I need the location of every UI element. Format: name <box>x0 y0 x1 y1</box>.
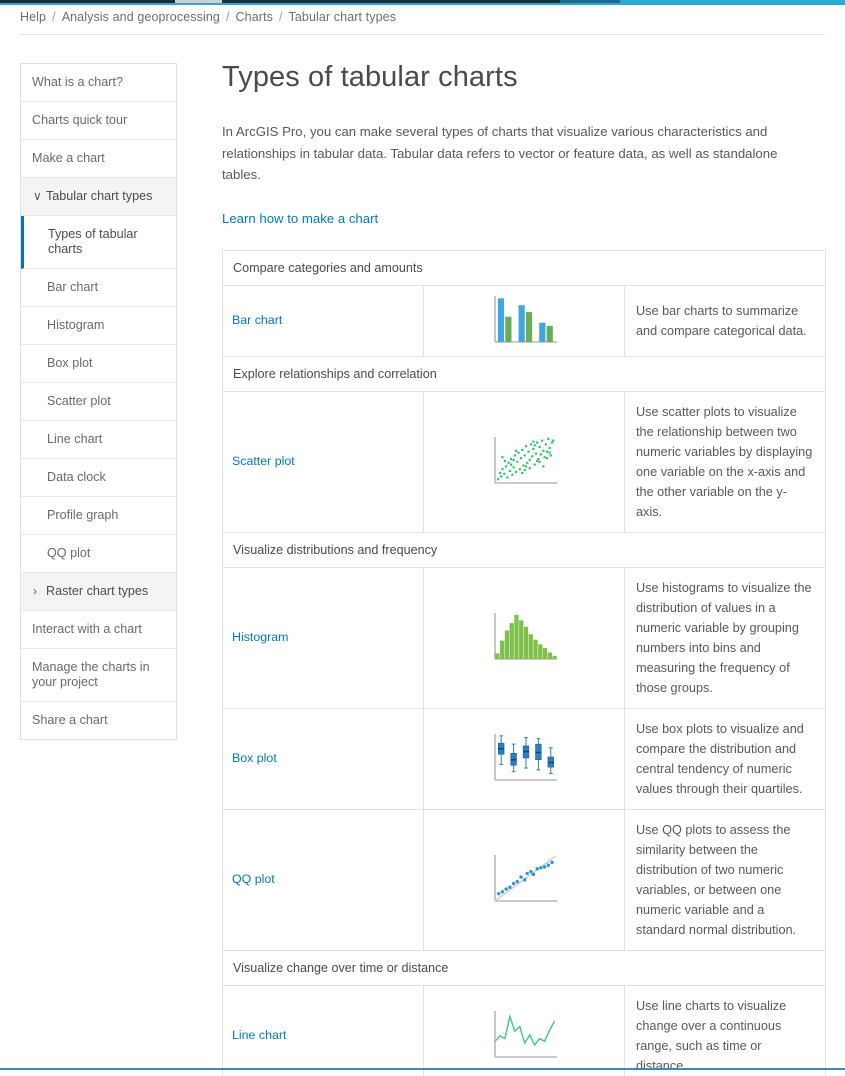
table-section-header-row: Visualize distributions and frequency <box>222 531 826 568</box>
chart-thumbnail-cell <box>423 391 625 533</box>
sidebar-item-label: Box plot <box>47 356 93 370</box>
sidebar-item-label: Manage the charts in your project <box>32 660 150 689</box>
chart-description: Use box plots to visualize and compare t… <box>624 708 826 810</box>
breadcrumb-separator: / <box>278 10 283 24</box>
sidebar-item-label: QQ plot <box>47 546 91 560</box>
chart-type-link[interactable]: Scatter plot <box>222 391 424 533</box>
chart-description: Use histograms to visualize the distribu… <box>624 567 826 709</box>
sidebar-nav: What is a chart? Charts quick tour Make a … <box>20 63 177 740</box>
sidebar-item-label: Interact with a chart <box>32 622 142 636</box>
table-row: Bar chart Use bar charts to summarize and… <box>222 285 826 357</box>
sidebar-item-make-a-chart[interactable]: Make a chart <box>21 140 176 178</box>
sidebar-item-label: What is a chart? <box>32 75 123 89</box>
sidebar-item-line-chart[interactable]: Line chart <box>21 421 176 459</box>
table-row: Line chart Use line charts to visualize c… <box>222 985 826 1076</box>
chart-description: Use QQ plots to assess the similarity be… <box>624 809 826 951</box>
learn-how-to-make-a-chart-link[interactable]: Learn how to make a chart <box>222 211 378 226</box>
sidebar-item-what-is-a-chart[interactable]: What is a chart? <box>21 64 176 102</box>
table-row: Box plot Use box plots to visualize and c… <box>222 708 826 810</box>
help-page: Help / Analysis and geoprocessing / Charts / T… <box>0 0 845 1076</box>
breadcrumb-separator: / <box>52 10 56 24</box>
sidebar-item-label: Raster chart types <box>46 584 149 598</box>
sidebar-item-label: Share a chart <box>32 713 108 727</box>
section-header-label: Explore relationships and correlation <box>222 355 826 392</box>
footer-divider <box>0 1068 845 1070</box>
chart-type-link[interactable]: QQ plot <box>222 809 424 951</box>
table-section-header-row: Explore relationships and correlation <box>222 355 826 392</box>
sidebar-item-raster-chart-types[interactable]: › Raster chart types <box>21 573 176 611</box>
sidebar-item-qq-plot[interactable]: QQ plot <box>21 535 176 573</box>
sidebar-item-histogram[interactable]: Histogram <box>21 307 176 345</box>
breadcrumb-item-4: Tabular chart types <box>288 10 397 24</box>
breadcrumb-item-2[interactable]: Analysis and geoprocessing <box>62 10 220 24</box>
section-header-label: Visualize change over time or distance <box>222 949 826 986</box>
sidebar-item-label: Data clock <box>47 470 106 484</box>
table-row: Histogram Use histograms to visualize the… <box>222 567 826 709</box>
sidebar-item-scatter-plot[interactable]: Scatter plot <box>21 383 176 421</box>
breadcrumb-item-1[interactable]: Help <box>20 10 46 24</box>
section-header-label: Compare categories and amounts <box>222 250 826 286</box>
chart-description: Use scatter plots to visualize the relat… <box>624 391 826 533</box>
table-section-header-row: Compare categories and amounts <box>222 250 826 286</box>
box-plot-thumbnail <box>494 733 557 781</box>
sidebar-item-label: Make a chart <box>32 151 105 165</box>
sidebar-item-manage-the-charts-in-your-project[interactable]: Manage the charts in your project <box>21 649 176 702</box>
breadcrumb: Help / Analysis and geoprocessing / Charts / T… <box>20 10 820 24</box>
chart-type-link[interactable]: Bar chart <box>222 285 424 357</box>
chart-thumbnail-cell <box>423 285 625 357</box>
sidebar-item-label: Charts quick tour <box>32 113 128 127</box>
sidebar-item-tabular-chart-types[interactable]: ∨ Tabular chart types <box>21 178 176 216</box>
sidebar-item-interact-with-a-chart[interactable]: Interact with a chart <box>21 611 176 649</box>
breadcrumb-divider <box>20 34 825 35</box>
sidebar-item-bar-chart[interactable]: Bar chart <box>21 269 176 307</box>
chevron-right-icon: › <box>33 584 37 598</box>
chart-type-link[interactable]: Line chart <box>222 985 424 1076</box>
chart-type-link[interactable]: Histogram <box>222 567 424 709</box>
chevron-down-icon: ∨ <box>33 189 42 203</box>
chart-thumbnail-cell <box>423 985 625 1076</box>
chart-thumbnail-cell <box>423 708 625 810</box>
intro-paragraph: In ArcGIS Pro, you can make several type… <box>222 124 778 182</box>
chart-type-link[interactable]: Box plot <box>222 708 424 810</box>
sidebar-item-data-clock[interactable]: Data clock <box>21 459 176 497</box>
sidebar-item-box-plot[interactable]: Box plot <box>21 345 176 383</box>
sidebar-item-label: Scatter plot <box>47 394 111 408</box>
sidebar-item-label: Types of tabular charts <box>48 227 138 256</box>
breadcrumb-item-3[interactable]: Charts <box>236 10 273 24</box>
main-content: Types of tabular charts In ArcGIS Pro, y… <box>222 60 826 1076</box>
qq-plot-thumbnail <box>494 854 557 902</box>
histogram-thumbnail <box>494 612 557 660</box>
breadcrumb-separator: / <box>225 10 230 24</box>
line-chart-thumbnail <box>494 1010 557 1058</box>
sidebar-item-profile-graph[interactable]: Profile graph <box>21 497 176 535</box>
sidebar-item-label: Line chart <box>47 432 103 446</box>
top-accent-line <box>0 3 845 5</box>
chart-description: Use line charts to visualize change over… <box>624 985 826 1076</box>
chart-thumbnail-cell <box>423 809 625 951</box>
sidebar-item-share-a-chart[interactable]: Share a chart <box>21 702 176 739</box>
sidebar-item-label: Bar chart <box>47 280 99 294</box>
sidebar-item-label: Tabular chart types <box>46 189 153 203</box>
chart-thumbnail-cell <box>423 567 625 709</box>
sidebar-item-label: Histogram <box>47 318 105 332</box>
sidebar-item-charts-quick-tour[interactable]: Charts quick tour <box>21 102 176 140</box>
scatter-plot-thumbnail <box>494 436 557 484</box>
bar-chart-thumbnail <box>494 295 557 343</box>
sidebar-item-label: Profile graph <box>47 508 119 522</box>
chart-types-table: Compare categories and amounts Bar chart U… <box>222 249 826 1076</box>
section-header-label: Visualize distributions and frequency <box>222 531 826 568</box>
table-row: Scatter plot Use scatter plots to visuali… <box>222 391 826 533</box>
sidebar-item-types-of-tabular-charts[interactable]: Types of tabular charts <box>21 216 176 269</box>
chart-description: Use bar charts to summarize and compare … <box>624 285 826 357</box>
page-title: Types of tabular charts <box>222 61 518 93</box>
table-row: QQ plot Use QQ plots to assess the simila… <box>222 809 826 951</box>
table-section-header-row: Visualize change over time or distance <box>222 949 826 986</box>
